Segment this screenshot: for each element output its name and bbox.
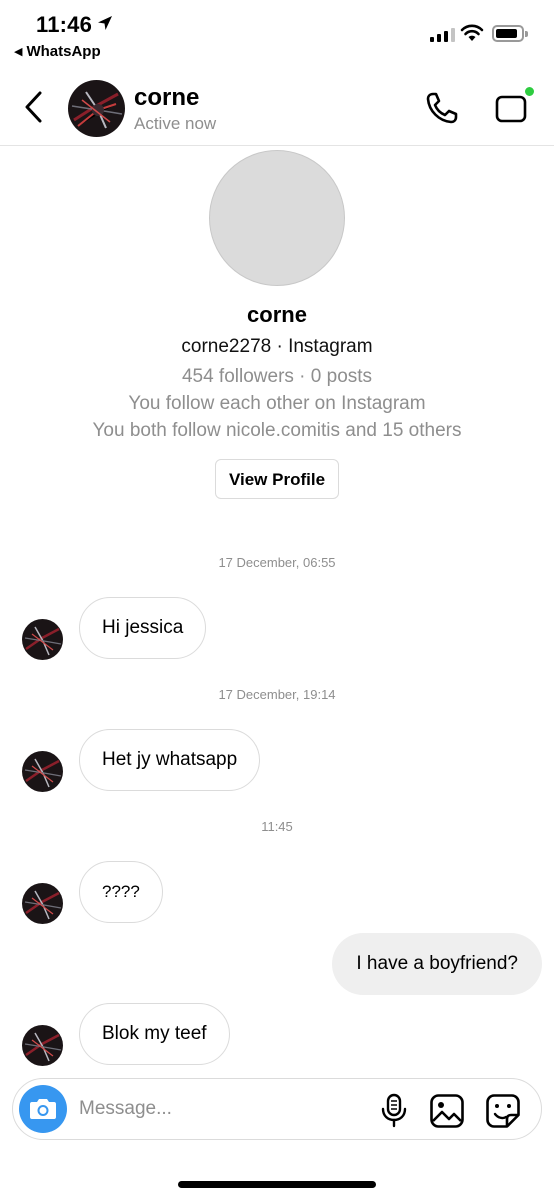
image-icon[interactable] (429, 1093, 465, 1129)
active-indicator-dot (524, 86, 535, 97)
status-time: 11:46 (36, 12, 93, 37)
avatar-image (68, 80, 125, 137)
message-input[interactable] (79, 1093, 359, 1125)
chevron-left-icon[interactable] (20, 90, 48, 124)
status-bar: 11:46 ◀ WhatsApp (0, 0, 554, 68)
profile-handle: corne2278 · Instagram (181, 336, 373, 357)
profile-stats: 454 followers · 0 posts (181, 366, 373, 387)
message-avatar[interactable] (22, 619, 63, 660)
incoming-message-bubble[interactable]: Blok my teef (79, 1003, 230, 1065)
incoming-message-bubble[interactable]: Hi jessica (79, 597, 207, 659)
back-to-app-link[interactable]: ◀ WhatsApp (14, 43, 101, 60)
video-camera-icon (495, 95, 527, 123)
incoming-message-bubble[interactable]: Het jy whatsapp (79, 729, 261, 791)
profile-picture-placeholder[interactable] (209, 150, 345, 286)
back-triangle-icon: ◀ (14, 46, 23, 58)
message-avatar[interactable] (22, 883, 63, 924)
profile-mutual-follow: You follow each other on Instagram (128, 393, 426, 414)
header-avatar[interactable] (68, 80, 125, 137)
message-composer (12, 1078, 542, 1140)
outgoing-message-bubble[interactable]: I have a boyfriend? (332, 933, 542, 995)
message-timestamp: 17 December, 19:14 (218, 687, 336, 702)
phone-icon[interactable] (424, 90, 460, 126)
battery-icon (492, 25, 528, 42)
avatar-image (22, 883, 63, 924)
home-indicator[interactable] (178, 1181, 376, 1188)
sticker-icon[interactable] (485, 1093, 521, 1129)
message-avatar[interactable] (22, 1025, 63, 1066)
header-active-status: Active now (134, 114, 217, 133)
camera-button[interactable] (19, 1085, 67, 1133)
message-avatar[interactable] (22, 751, 63, 792)
message-timestamp: 11:45 (261, 819, 293, 834)
camera-icon (30, 1099, 56, 1119)
location-arrow-icon (98, 16, 112, 30)
cellular-signal-icon (430, 28, 455, 42)
message-timestamp: 17 December, 06:55 (218, 555, 336, 570)
microphone-icon[interactable] (379, 1093, 409, 1129)
chat-header: corne Active now (0, 76, 554, 146)
wifi-icon (460, 24, 484, 41)
avatar-image (22, 751, 63, 792)
video-call-button[interactable] (494, 86, 535, 126)
view-profile-button[interactable]: View Profile (215, 459, 339, 499)
header-contact-name[interactable]: corne (134, 84, 199, 112)
incoming-message-bubble[interactable]: ???? (79, 861, 163, 923)
avatar-image (22, 1025, 63, 1066)
profile-mutual-followers: You both follow nicole.comitis and 15 ot… (92, 420, 462, 441)
back-app-label: WhatsApp (26, 43, 101, 60)
avatar-image (22, 619, 63, 660)
profile-name: corne (247, 302, 307, 327)
